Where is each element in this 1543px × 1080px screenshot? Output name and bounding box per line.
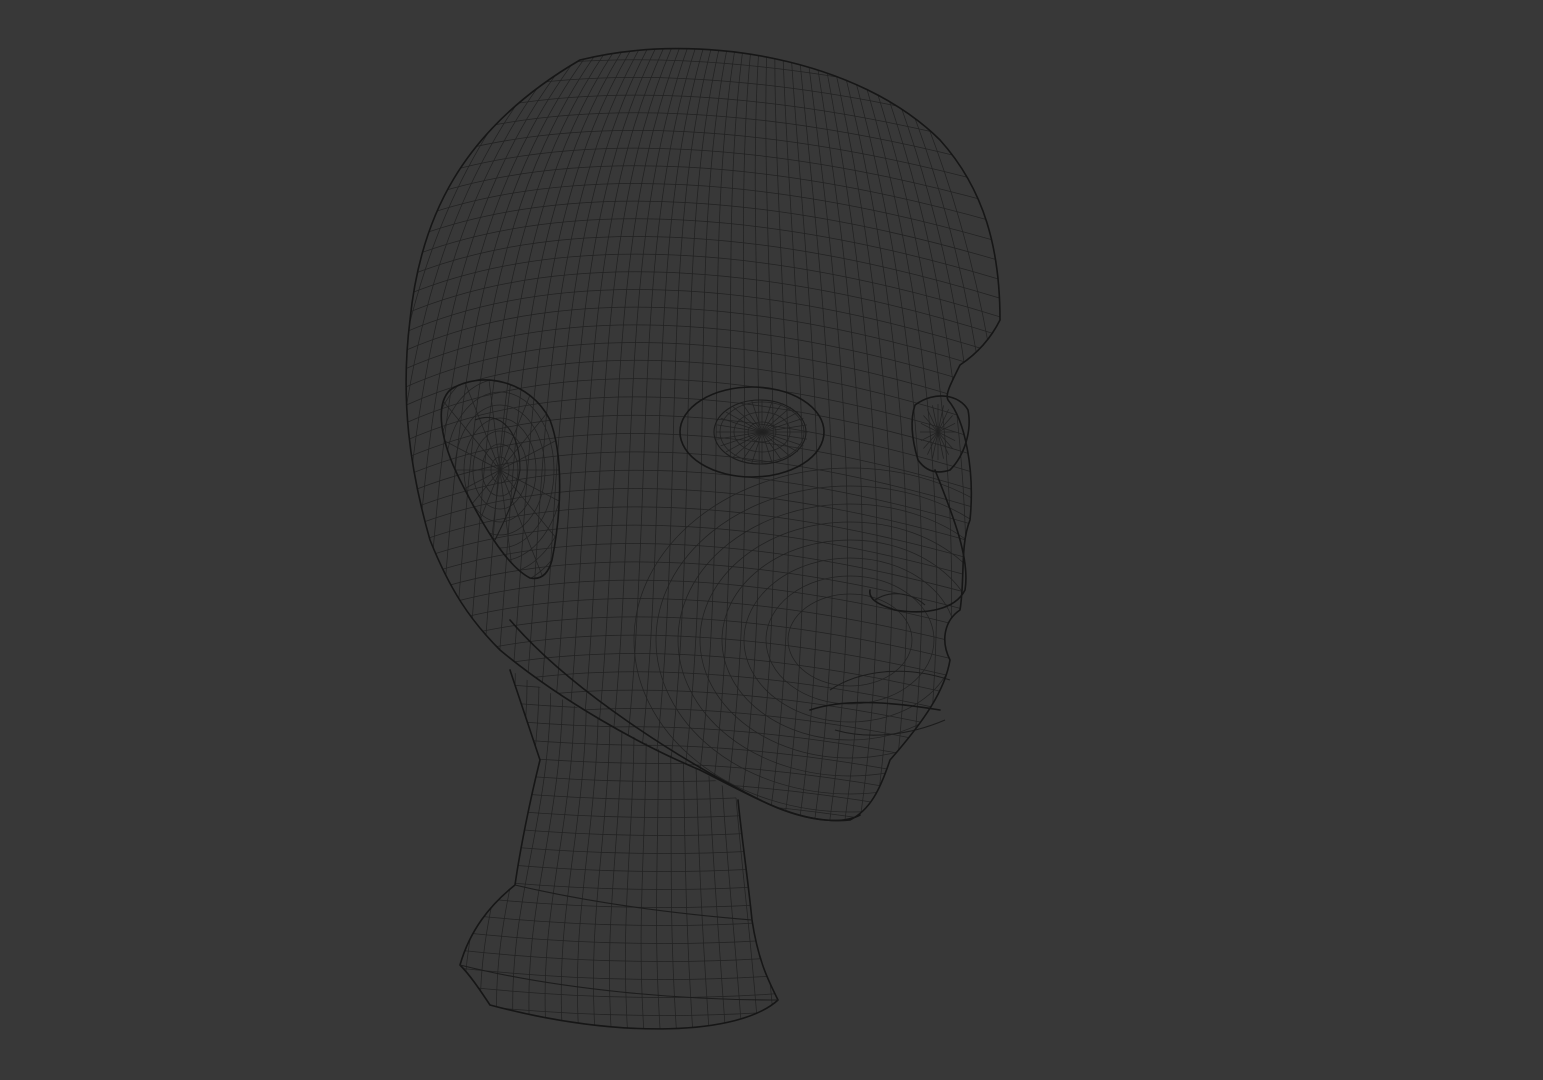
neck-wire-grid bbox=[460, 670, 778, 1029]
neck-outline bbox=[459, 669, 779, 1030]
wireframe-head-model bbox=[405, 47, 1001, 1030]
3d-viewport[interactable] bbox=[0, 0, 1543, 1080]
head-outline bbox=[405, 47, 1001, 822]
ear-mesh bbox=[441, 380, 560, 579]
ear-wire-grid bbox=[441, 380, 560, 579]
mouth bbox=[809, 670, 951, 736]
neck-mesh bbox=[460, 670, 778, 1029]
